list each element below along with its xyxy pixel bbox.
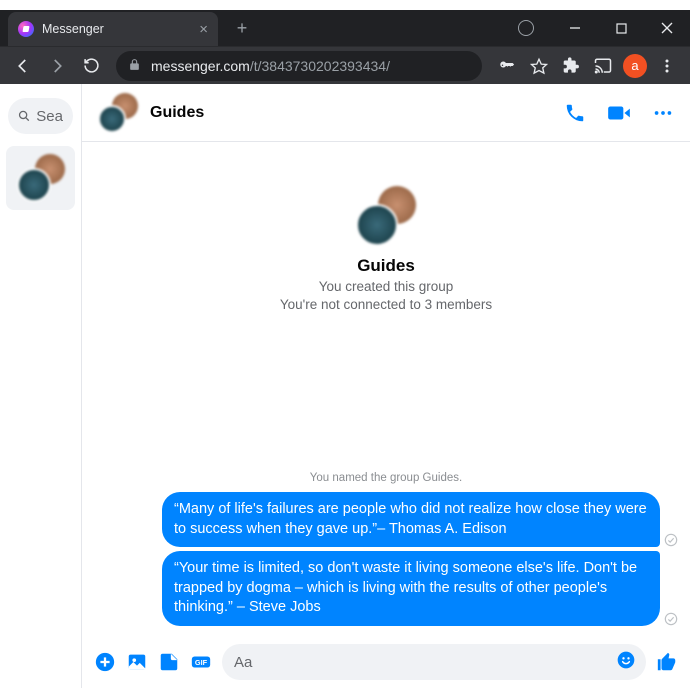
messenger-app: Sea Guides [0, 84, 690, 688]
sidebar: Sea [0, 84, 82, 688]
sent-receipt-icon [664, 533, 678, 547]
close-tab-icon[interactable]: × [199, 21, 208, 38]
header-actions [564, 100, 674, 126]
conversation-list-item[interactable] [6, 146, 75, 210]
cast-icon[interactable] [588, 51, 618, 81]
conversation-pane: Guides Guides You created this group [82, 84, 690, 688]
group-info-title: Guides [357, 256, 415, 276]
forward-button[interactable] [42, 51, 72, 81]
profile-button[interactable]: a [620, 51, 650, 81]
browser-chrome: Messenger × + [0, 10, 690, 84]
group-info-line1: You created this group [319, 279, 454, 294]
emoji-picker-icon[interactable] [616, 650, 636, 674]
message-input[interactable]: Aa [222, 644, 646, 680]
composer: GIF Aa [82, 636, 690, 688]
lock-icon [128, 58, 141, 74]
reload-button[interactable] [76, 51, 106, 81]
group-avatar [17, 154, 65, 202]
message-placeholder: Aa [234, 654, 252, 671]
message-row: “Many of life's failures are people who … [82, 490, 690, 549]
system-message: You named the group Guides. [82, 472, 690, 484]
browser-tab[interactable]: Messenger × [8, 12, 218, 46]
url-field[interactable]: messenger.com/t/3843730202393434/ [116, 51, 482, 81]
search-input[interactable]: Sea [8, 98, 73, 134]
tab-title: Messenger [42, 22, 191, 36]
add-attachment-icon[interactable] [94, 651, 116, 673]
group-info-line2: You're not connected to 3 members [280, 297, 492, 312]
gif-icon[interactable]: GIF [190, 651, 212, 673]
message-bubble[interactable]: “Many of life's failures are people who … [162, 492, 660, 547]
search-icon [18, 108, 30, 124]
photo-icon[interactable] [126, 651, 148, 673]
voice-call-icon[interactable] [564, 102, 586, 124]
message-bubble[interactable]: “Your time is limited, so don't waste it… [162, 551, 660, 626]
group-avatar [356, 186, 416, 246]
account-icon[interactable] [506, 10, 552, 46]
maximize-button[interactable] [598, 10, 644, 46]
svg-text:GIF: GIF [195, 658, 208, 667]
browser-menu-icon[interactable] [652, 51, 682, 81]
search-placeholder: Sea [36, 108, 63, 125]
conversation-title: Guides [150, 104, 552, 122]
thumbs-up-icon[interactable] [656, 651, 678, 673]
new-tab-button[interactable]: + [228, 14, 256, 42]
address-bar: messenger.com/t/3843730202393434/ a [0, 46, 690, 84]
close-window-button[interactable] [644, 10, 690, 46]
video-call-icon[interactable] [606, 100, 632, 126]
message-thread[interactable]: Guides You created this group You're not… [82, 142, 690, 636]
minimize-button[interactable] [552, 10, 598, 46]
sticker-icon[interactable] [158, 651, 180, 673]
group-avatar [98, 93, 138, 133]
back-button[interactable] [8, 51, 38, 81]
window-controls [506, 10, 690, 46]
key-icon[interactable] [492, 51, 522, 81]
extensions-icon[interactable] [556, 51, 586, 81]
profile-avatar: a [623, 54, 647, 78]
messenger-favicon [18, 21, 34, 37]
tab-strip: Messenger × + [0, 10, 690, 46]
conversation-menu-icon[interactable] [652, 102, 674, 124]
window-title-bar [0, 0, 690, 10]
conversation-header: Guides [82, 84, 690, 142]
sent-receipt-icon [664, 612, 678, 626]
message-row: “Your time is limited, so don't waste it… [82, 549, 690, 628]
address-bar-icons: a [492, 51, 682, 81]
star-icon[interactable] [524, 51, 554, 81]
group-info: Guides You created this group You're not… [82, 142, 690, 312]
url-host: messenger.com/t/3843730202393434/ [151, 58, 390, 74]
